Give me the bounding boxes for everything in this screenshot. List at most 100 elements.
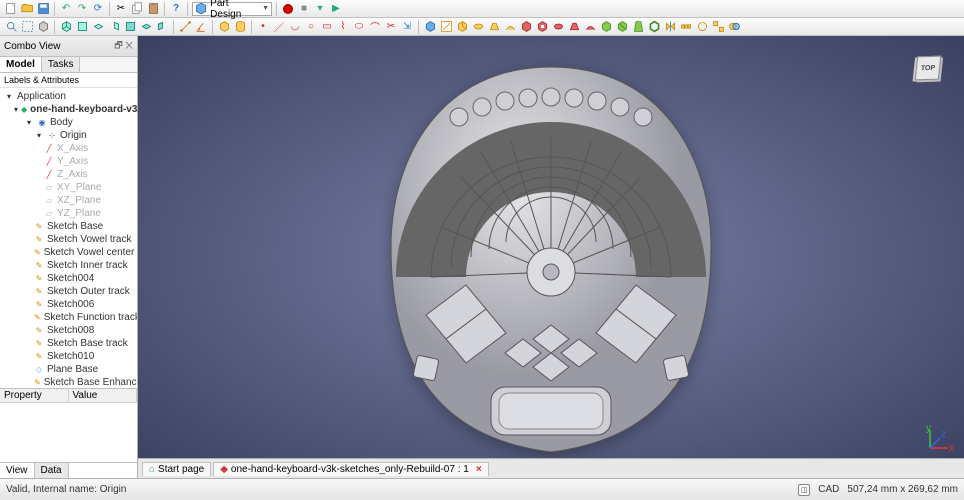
model-view[interactable] [138,36,964,478]
tree-item[interactable]: ✎Sketch Outer track [0,285,137,298]
sketch-trim-icon[interactable]: ✂ [384,20,398,34]
measure-distance-icon[interactable] [178,20,192,34]
pd-boolean-icon[interactable] [727,20,741,34]
pd-pocket-icon[interactable] [519,20,533,34]
tree-plane[interactable]: ▱YZ_Plane [0,207,137,220]
pd-fillet-icon[interactable] [599,20,613,34]
view-top-icon[interactable] [91,20,105,34]
undo-icon[interactable]: ↶ [59,2,73,16]
fit-all-icon[interactable] [4,20,18,34]
pd-sweep-icon[interactable] [503,20,517,34]
model-tree[interactable]: ▾Application ▾◆one-hand-keyboard-v3k-ske… [0,88,137,388]
property-tab-view[interactable]: View [0,463,35,478]
view-right-icon[interactable] [107,20,121,34]
sketch-external-icon[interactable]: ⇲ [400,20,414,34]
tree-axis[interactable]: ╱Y_Axis [0,155,137,168]
view-front-icon[interactable] [75,20,89,34]
view-left-icon[interactable] [155,20,169,34]
sketch-point-icon[interactable]: • [256,20,270,34]
sketch-arc-icon[interactable]: ◡ [288,20,302,34]
refresh-icon[interactable]: ⟳ [91,2,105,16]
cad-navigation-icon[interactable]: ◫ [798,484,810,496]
pd-subsweep-icon[interactable] [583,20,597,34]
fit-selection-icon[interactable] [20,20,34,34]
pd-pad-icon[interactable] [455,20,469,34]
pd-chamfer-icon[interactable] [615,20,629,34]
pd-mirror-icon[interactable] [663,20,677,34]
tab-start-page[interactable]: ⌂ Start page [142,462,211,476]
cut-icon[interactable]: ✂ [114,2,128,16]
view-rear-icon[interactable] [123,20,137,34]
sketch-fillet-icon[interactable]: ⌒ [368,20,382,34]
macro-record-icon[interactable] [281,2,295,16]
pd-groove-icon[interactable] [551,20,565,34]
part-box-icon[interactable] [217,20,231,34]
sketch-polyline-icon[interactable]: ⌇ [336,20,350,34]
tab-model[interactable]: Model [0,57,42,72]
view-iso-icon[interactable] [59,20,73,34]
tab-tasks[interactable]: Tasks [42,57,81,72]
property-tab-data[interactable]: Data [35,463,69,478]
pd-body-icon[interactable] [423,20,437,34]
sketch-slot-icon[interactable]: ⬭ [352,20,366,34]
tree-item[interactable]: ✎Sketch008 [0,324,137,337]
draw-style-icon[interactable] [36,20,50,34]
tree-document[interactable]: ▾◆one-hand-keyboard-v3k-sketches… [0,103,137,116]
pd-hole-icon[interactable] [535,20,549,34]
save-icon[interactable] [36,2,50,16]
property-col-value[interactable]: Value [69,389,138,402]
tree-item[interactable]: ◇Plane Base [0,363,137,376]
navcube-face[interactable]: TOP [915,56,942,81]
tree-origin[interactable]: ▾⊹Origin [0,129,137,142]
property-col-property[interactable]: Property [0,389,69,402]
3d-viewport[interactable]: TOP x y z ⌂ Start page ◆ one-hand-keyboa… [138,36,964,478]
paste-icon[interactable] [146,2,160,16]
tree-axis[interactable]: ╱X_Axis [0,142,137,155]
redo-icon[interactable]: ↷ [75,2,89,16]
tree-label: Origin [60,130,87,141]
pd-newsketch-icon[interactable] [439,20,453,34]
macro-play-icon[interactable]: ▶ [329,2,343,16]
sketch-rect-icon[interactable]: ▭ [320,20,334,34]
tree-item[interactable]: ✎Sketch Base [0,220,137,233]
sketch-line-icon[interactable]: ／ [272,20,286,34]
whatsthis-icon[interactable]: ? [169,2,183,16]
tree-item[interactable]: ✎Sketch Vowel center [0,246,137,259]
new-icon[interactable] [4,2,18,16]
sketch-icon: ✎ [34,287,44,297]
measure-angle-icon[interactable] [194,20,208,34]
pd-revolution-icon[interactable] [471,20,485,34]
view-bottom-icon[interactable] [139,20,153,34]
tree-item[interactable]: ✎Sketch Base Enhancement [0,376,137,388]
workbench-selector[interactable]: Part Design ▼ [192,2,272,16]
tree-item[interactable]: ✎Sketch Inner track [0,259,137,272]
pd-linear-pattern-icon[interactable] [679,20,693,34]
tree-item[interactable]: ✎Sketch Function track [0,311,137,324]
pd-loft-icon[interactable] [487,20,501,34]
tree-item[interactable]: ✎Sketch004 [0,272,137,285]
pd-polar-pattern-icon[interactable] [695,20,709,34]
navigation-cube[interactable]: TOP [906,46,950,90]
tree-item[interactable]: ✎Sketch Base track [0,337,137,350]
part-cylinder-icon[interactable] [233,20,247,34]
pd-subloft-icon[interactable] [567,20,581,34]
sketch-circle-icon[interactable]: ○ [304,20,318,34]
tree-item[interactable]: ✎Sketch006 [0,298,137,311]
close-tab-icon[interactable]: × [476,464,482,475]
pd-draft-icon[interactable] [631,20,645,34]
copy-icon[interactable] [130,2,144,16]
tree-plane[interactable]: ▱XY_Plane [0,181,137,194]
tree-application[interactable]: ▾Application [0,90,137,103]
tree-body[interactable]: ▾◉Body [0,116,137,129]
macro-list-icon[interactable]: ▾ [313,2,327,16]
tab-document[interactable]: ◆ one-hand-keyboard-v3k-sketches_only-Re… [213,462,488,476]
tree-item[interactable]: ✎Sketch010 [0,350,137,363]
macro-stop-icon[interactable]: ■ [297,2,311,16]
pd-multitransform-icon[interactable] [711,20,725,34]
pd-thickness-icon[interactable] [647,20,661,34]
tree-plane[interactable]: ▱XZ_Plane [0,194,137,207]
open-icon[interactable] [20,2,34,16]
close-panel-icon[interactable]: 🗗 ✕ [114,38,133,54]
tree-axis[interactable]: ╱Z_Axis [0,168,137,181]
tree-item[interactable]: ✎Sketch Vowel track [0,233,137,246]
